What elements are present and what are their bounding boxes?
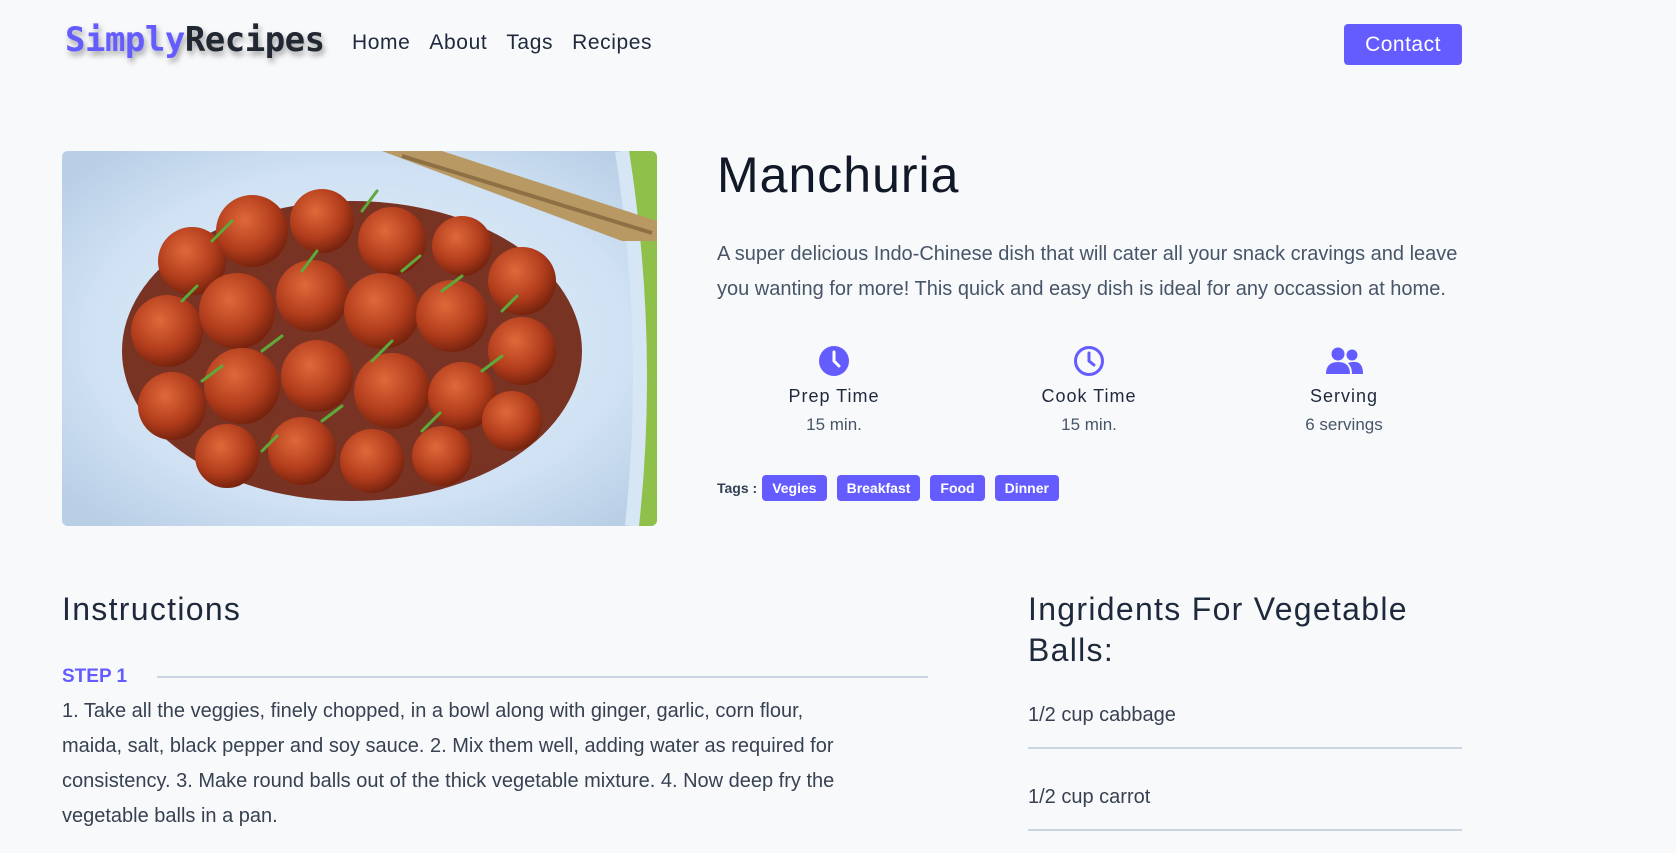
nav-links: Home About Tags Recipes [352, 31, 671, 55]
clock-solid-icon [734, 344, 934, 378]
serving-value: 6 servings [1305, 415, 1383, 434]
prep-time-label: Prep Time [788, 386, 880, 406]
contact-button[interactable]: Contact [1344, 24, 1462, 65]
site-logo[interactable]: SimplyRecipes [65, 20, 325, 60]
serving-label: Serving [1309, 386, 1379, 406]
tag-food[interactable]: Food [930, 475, 985, 501]
recipe-title: Manchuria [717, 147, 960, 203]
ingredient-item: 1/2 cup cabbage [1028, 704, 1462, 749]
nav-link-about[interactable]: About [429, 31, 487, 55]
prep-time-value: 15 min. [806, 415, 862, 434]
instructions-heading: Instructions [62, 591, 242, 627]
tag-breakfast[interactable]: Breakfast [836, 475, 921, 501]
logo-recipes: Recipes [184, 20, 325, 60]
prep-time-info: Prep Time 15 min. [734, 344, 934, 435]
recipe-image [62, 151, 657, 526]
logo-simply: Simply [65, 20, 185, 60]
step-1-header: STEP 1 [62, 666, 928, 688]
navbar: SimplyRecipes Home About Tags Recipes Co… [0, 0, 1676, 90]
cook-time-info: Cook Time 15 min. [989, 344, 1189, 435]
serving-info: Serving 6 servings [1244, 344, 1444, 435]
cook-time-value: 15 min. [1061, 415, 1117, 434]
step-1-text: 1. Take all the veggies, finely chopped,… [62, 700, 835, 827]
nav-link-home[interactable]: Home [352, 31, 410, 55]
recipe-photo-illustration [62, 151, 657, 526]
recipe-description: A super delicious Indo-Chinese dish that… [717, 243, 1458, 300]
tag-dinner[interactable]: Dinner [994, 475, 1059, 501]
cook-time-label: Cook Time [1041, 386, 1137, 406]
clock-outline-icon [989, 344, 1189, 378]
ingredients-heading: Ingridents For Vegetable Balls: [1028, 591, 1408, 668]
nav-link-tags[interactable]: Tags [506, 31, 553, 55]
step-1-label: STEP 1 [62, 666, 128, 687]
tag-vegies[interactable]: Vegies [762, 475, 827, 501]
nav-link-recipes[interactable]: Recipes [572, 31, 652, 55]
recipe-tags: Tags : Vegies Breakfast Food Dinner [717, 475, 1069, 501]
step-divider [157, 676, 928, 678]
tags-label: Tags : [717, 480, 758, 496]
users-icon [1244, 344, 1444, 378]
ingredient-item: 1/2 cup carrot [1028, 786, 1462, 831]
